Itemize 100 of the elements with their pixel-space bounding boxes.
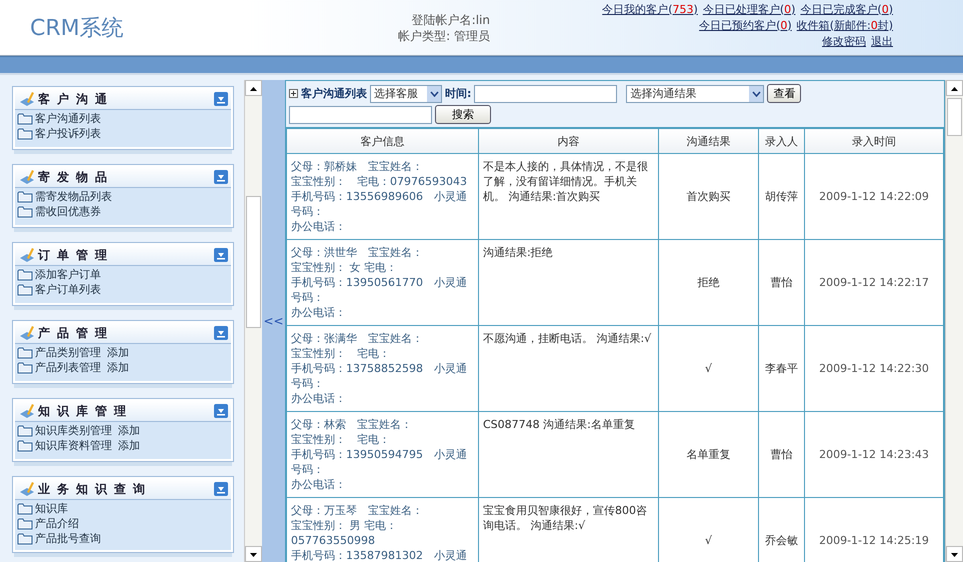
info-line: 父母：林索 宝宝姓名： [291,417,413,432]
folder-icon [17,502,33,515]
folder-icon [17,361,33,374]
book-pen-icon [18,480,36,498]
info-line: 宝宝性别： 宅电： [291,346,391,361]
info-line: 父母：洪世华 宝宝姓名： [291,245,424,260]
content-cell: 不愿沟通，挂断电话。 沟通结果:√ [478,326,658,412]
content-cell: CS087748 沟通结果:名单重复 [478,412,658,498]
collapse-icon[interactable] [214,404,228,418]
menu-item[interactable]: 需寄发物品列表 [35,189,112,204]
down-arrow-icon[interactable] [250,553,258,557]
menu-header[interactable]: 业务知识查询 [15,479,231,500]
menu-item[interactable]: 知识库 [35,501,68,516]
result-cell: √ [658,326,758,412]
collapse-icon[interactable] [214,92,228,106]
add-link[interactable]: 添加 [107,345,129,360]
column-header: 录入人 [758,128,804,154]
folder-icon [17,439,33,452]
search-button[interactable]: 搜索 [435,105,491,124]
collapse-icon[interactable] [214,326,228,340]
header-link[interactable]: 退出 [871,34,893,50]
caret-icon [749,86,764,102]
menu-item[interactable]: 产品批号查询 [35,531,101,546]
menu-item[interactable]: 产品列表管理 [35,360,101,375]
info-line: 办公电话： [291,219,347,234]
book-pen-icon [18,324,36,342]
column-header: 沟通结果 [658,128,758,154]
menu-item[interactable]: 知识库类别管理 [35,423,112,438]
folder-icon [17,127,33,140]
menu-item[interactable]: 产品介绍 [35,516,79,531]
add-link[interactable]: 添加 [118,423,140,438]
result-cell: 拒绝 [658,240,758,326]
info-line: 号码： [291,290,325,305]
content-cell: 沟通结果:拒绝 [478,240,658,326]
menu-title: 知识库管理 [38,403,134,419]
header-link[interactable]: 今日已完成客户(0) [800,2,893,18]
collapse-icon[interactable] [214,248,228,262]
menu-header[interactable]: 客户沟通 [15,89,231,110]
book-pen-icon [18,246,36,264]
content-cell: 不是本人接的，具体情况，不是很了解，没有留详细情况。手机关机。 沟通结果:首次购买 [478,154,658,240]
scrollbar[interactable] [244,80,262,562]
folder-icon [17,283,33,296]
menu-header[interactable]: 寄发物品 [15,167,231,188]
result-select[interactable]: 选择沟通结果 [626,84,764,102]
column-header: 客户信息 [286,128,478,154]
info-line: 手机号码：13556989606 小灵通 [291,189,468,204]
menu-header[interactable]: 产品管理 [15,323,231,344]
account-info: 登陆帐户名:lin [410,12,490,28]
collapse-toggle[interactable]: << [263,314,284,328]
up-arrow-icon[interactable] [250,87,258,91]
search-field[interactable] [289,106,432,124]
menu-title: 业务知识查询 [38,481,153,497]
staff-select[interactable]: 选择客服 [370,84,442,102]
menu-header[interactable]: 订单管理 [15,245,231,266]
menu-item[interactable]: 知识库资料管理 [35,438,112,453]
info-line: 父母：万玉琴 宝宝姓名： [291,503,424,518]
caret-icon [427,86,441,102]
time-cell: 2009-1-12 14:22:17 [804,240,944,326]
time-field[interactable] [474,84,618,102]
expand-icon[interactable] [289,89,298,98]
info-line: 号码： [291,462,325,477]
scrollbar[interactable] [945,80,963,562]
time-label: 时间: [445,86,472,101]
header-link[interactable]: 今日我的客户(753) [602,2,698,18]
info-line: 办公电话： [291,391,347,406]
menu-item[interactable]: 客户沟通列表 [35,111,101,126]
menu-item[interactable]: 产品类别管理 [35,345,101,360]
folder-icon [17,346,33,359]
menu-item[interactable]: 客户订单列表 [35,282,101,297]
add-link[interactable]: 添加 [118,438,140,453]
info-line: 手机号码：13950561770 小灵通 [291,275,468,290]
down-arrow-icon[interactable] [951,553,958,557]
menu-title: 寄发物品 [38,169,115,185]
folder-icon [17,517,33,530]
menu-item[interactable]: 需收回优惠券 [35,204,101,219]
add-link[interactable]: 添加 [107,360,129,375]
header-link[interactable]: 收件箱(新邮件:0封) [796,18,893,34]
menu-item[interactable]: 添加客户订单 [35,267,101,282]
column-header: 内容 [478,128,658,154]
scrollbar-thumb[interactable] [947,98,962,136]
folder-icon [17,532,33,545]
menu-header[interactable]: 知识库管理 [15,401,231,422]
result-cell: 首次购买 [658,154,758,240]
info-line: 057763550998 [291,533,376,548]
menu-item[interactable]: 客户投诉列表 [35,126,101,141]
info-line: 手机号码：13950594795 小灵通 [291,447,468,462]
collapse-icon[interactable] [214,482,228,496]
info-line: 号码： [291,204,325,219]
header-link[interactable]: 修改密码 [822,34,866,50]
book-pen-icon [18,402,36,420]
scrollbar-thumb[interactable] [246,196,261,328]
collapse-icon[interactable] [214,170,228,184]
folder-icon [17,112,33,125]
header-link[interactable]: 今日已预约客户(0) [699,18,792,34]
header-link[interactable]: 今日已处理客户(0) [702,2,796,18]
view-button[interactable]: 查看 [767,84,802,103]
up-arrow-icon[interactable] [951,87,958,91]
column-header: 录入时间 [804,128,944,154]
info-line: 宝宝性别： 宅电： [291,432,391,447]
folder-icon [17,268,33,281]
